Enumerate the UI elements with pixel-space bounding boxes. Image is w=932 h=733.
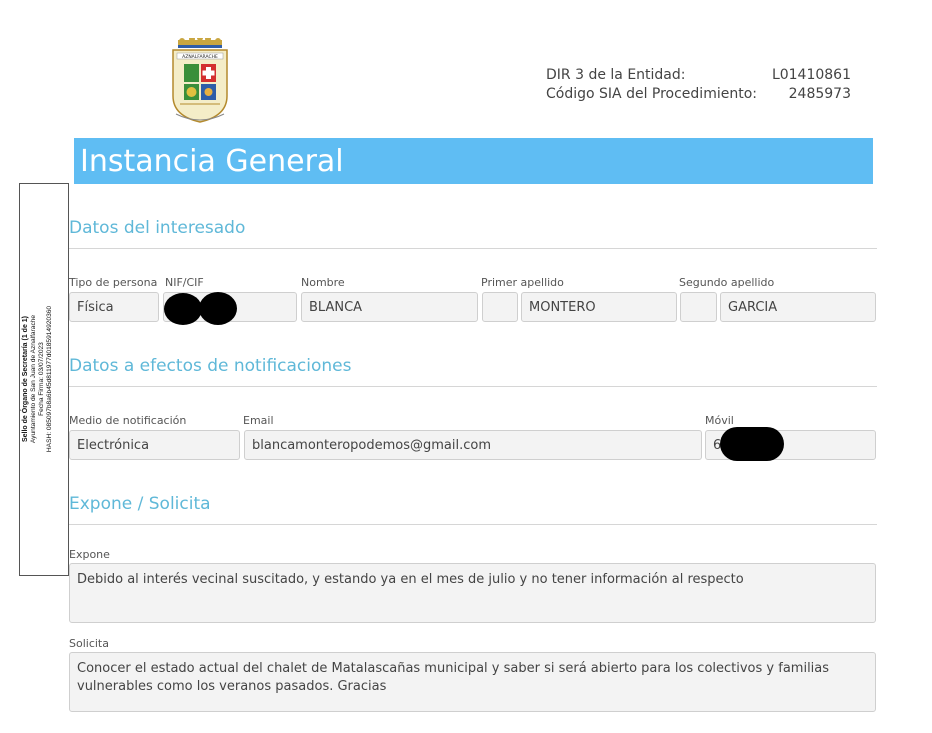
segundo-apellido-label: Segundo apellido [679,276,775,289]
expone-label: Expone [69,548,110,561]
section-title-interesado: Datos del interesado [69,218,246,238]
stamp-line-4: HASH: 085097b8a6b45d811977d0185914920360 [46,305,53,453]
form-title-bar: Instancia General [74,138,873,184]
stamp-line-2: Ayuntamiento de San Juan de Aznalfarache [30,314,37,444]
email-field[interactable]: blancamonteropodemos@gmail.com [244,430,702,460]
segundo-apellido-field[interactable]: GARCIA [720,292,876,322]
nombre-field[interactable]: BLANCA [301,292,478,322]
segundo-apellido-prefix-field[interactable] [680,292,717,322]
primer-apellido-label: Primer apellido [481,276,564,289]
medio-notificacion-label: Medio de notificación [69,414,187,427]
section-title-notificaciones: Datos a efectos de notificaciones [69,356,352,376]
redaction-mark [199,292,237,325]
email-label: Email [243,414,274,427]
redaction-mark [164,293,202,325]
movil-label: Móvil [705,414,734,427]
solicita-label: Solicita [69,637,109,650]
nombre-label: Nombre [301,276,345,289]
form-title: Instancia General [80,144,344,179]
dir3-label: DIR 3 de la Entidad: [546,67,686,83]
logo-text: AZNALFARACHE [182,54,218,60]
sia-value: 2485973 [788,86,851,102]
medio-notificacion-field[interactable]: Electrónica [69,430,240,460]
section-title-expone-solicita: Expone / Solicita [69,494,211,514]
tipo-persona-label: Tipo de persona [69,276,158,289]
primer-apellido-field[interactable]: MONTERO [521,292,677,322]
secretary-seal-stamp: Sello de Órgano de Secretaría (1 de 1) A… [19,183,69,576]
nif-label: NIF/CIF [165,276,204,289]
stamp-line-1: Sello de Órgano de Secretaría (1 de 1) [22,315,29,443]
expone-textarea[interactable]: Debido al interés vecinal suscitado, y e… [69,563,876,623]
stamp-line-3: Fecha Firma: 03/07/2023 [38,342,45,416]
section-divider [69,386,877,387]
section-divider [69,524,877,525]
redaction-mark [720,427,784,461]
municipal-coat-of-arms-logo: AZNALFARACHE [170,35,230,124]
dir3-value: L01410861 [771,67,851,83]
procedure-metadata: DIR 3 de la Entidad: L01410861 Código SI… [546,66,851,104]
sia-label: Código SIA del Procedimiento: [546,86,757,102]
tipo-persona-field[interactable]: Física [69,292,159,322]
primer-apellido-prefix-field[interactable] [482,292,518,322]
section-divider [69,248,877,249]
solicita-textarea[interactable]: Conocer el estado actual del chalet de M… [69,652,876,712]
